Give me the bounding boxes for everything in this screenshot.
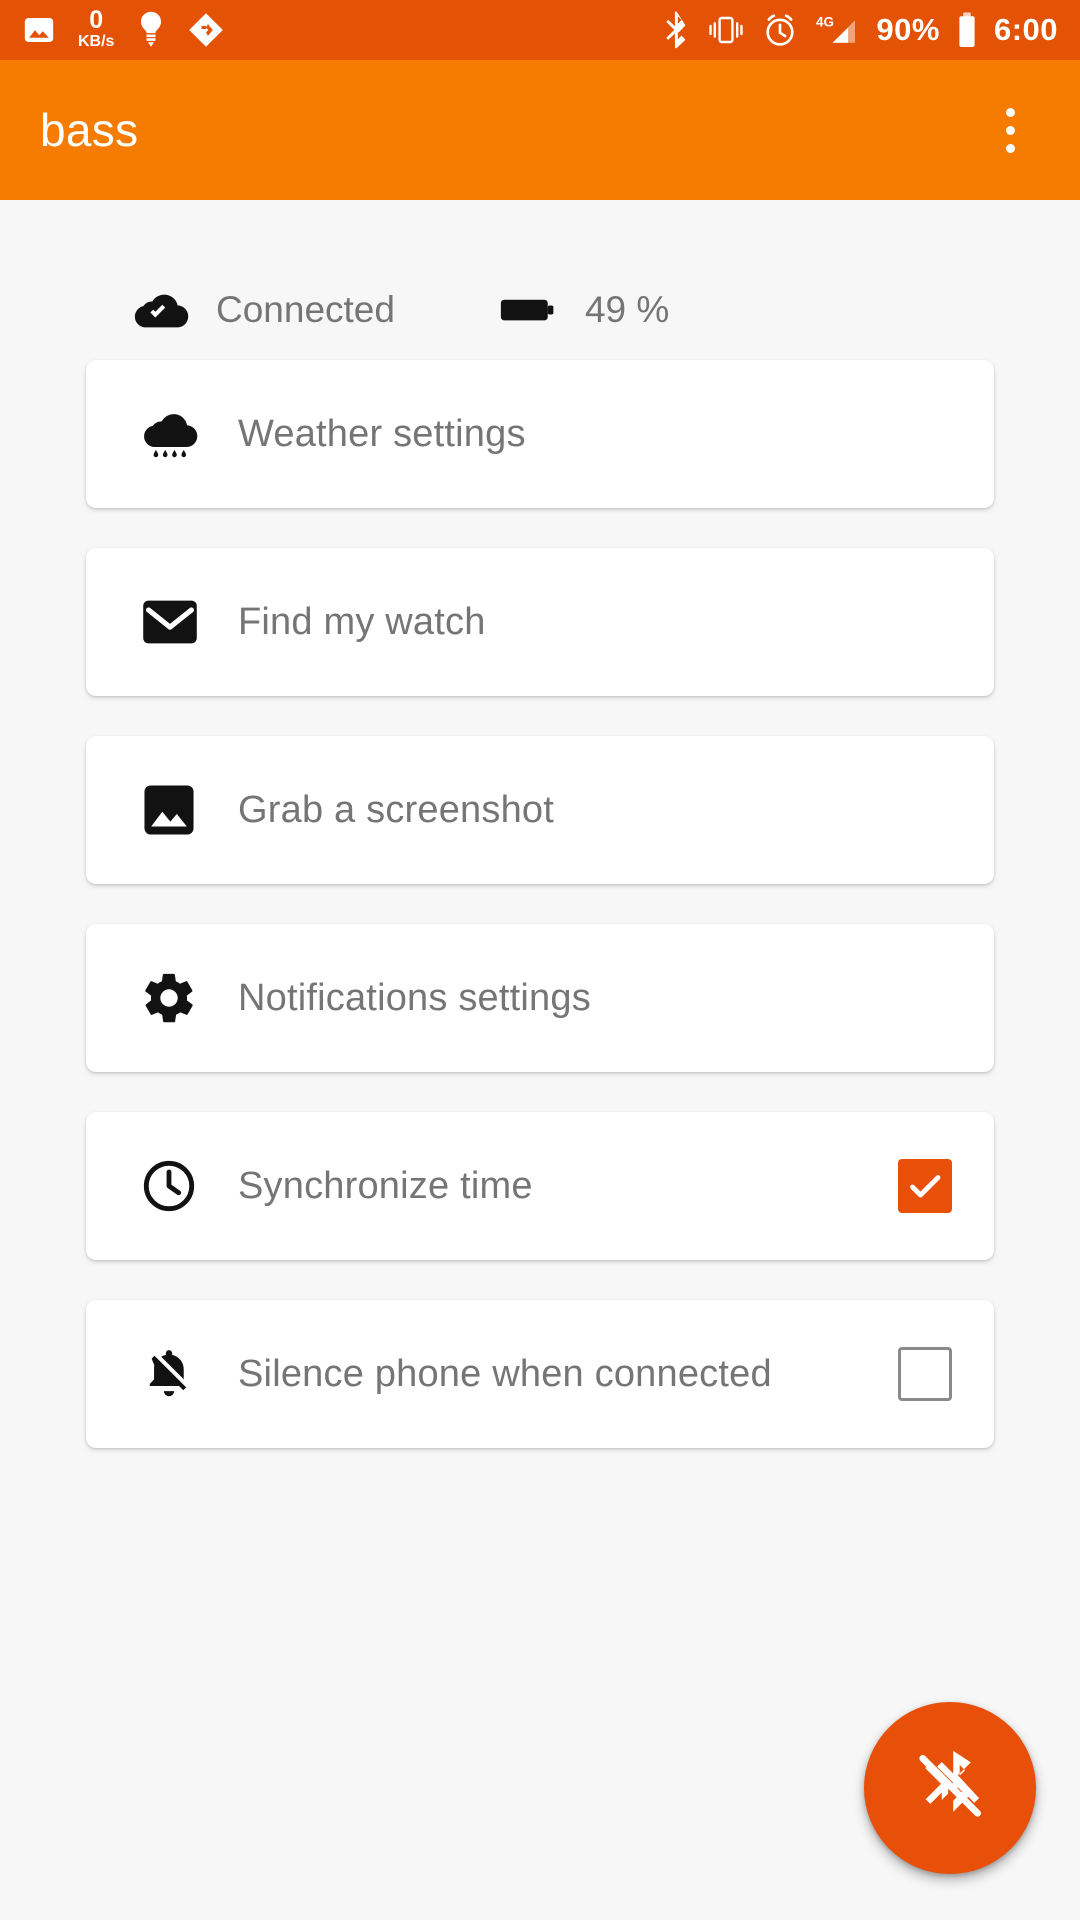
connection-status: Connected [130, 288, 395, 332]
status-bar-left-icons: 0 KB/s [22, 8, 224, 50]
card-notifications-settings[interactable]: Notifications settings [86, 924, 994, 1072]
card-label: Weather settings [238, 412, 526, 455]
status-bar: 0 KB/s 4G 90% 6:00 [0, 0, 1080, 60]
overflow-dot [1005, 107, 1015, 117]
status-bar-right-icons: 4G 90% 6:00 [662, 10, 1058, 50]
cloud-check-icon [130, 288, 190, 332]
card-grab-screenshot[interactable]: Grab a screenshot [86, 736, 994, 884]
battery-horizontal-icon [499, 293, 559, 327]
overflow-dot [1005, 143, 1015, 153]
settings-card-list: Weather settings Find my watch Grab a sc… [0, 360, 1080, 1448]
vibrate-icon [706, 13, 746, 47]
card-silence-phone-when-connected[interactable]: Silence phone when connected [86, 1300, 994, 1448]
network-speed-unit: KB/s [78, 33, 115, 50]
connection-status-label: Connected [216, 289, 395, 330]
bluetooth-toggle-fab[interactable] [864, 1702, 1036, 1874]
card-label: Find my watch [238, 600, 486, 643]
card-weather-settings[interactable]: Weather settings [86, 360, 994, 508]
lightbulb-icon [136, 10, 166, 50]
card-synchronize-time[interactable]: Synchronize time [86, 1112, 994, 1260]
battery-icon [956, 11, 978, 49]
synchronize-time-checkbox[interactable] [898, 1159, 952, 1213]
network-speed-value: 0 [89, 6, 104, 34]
status-bar-clock: 6:00 [993, 12, 1058, 47]
diamond-app-icon [188, 12, 224, 48]
envelope-icon [140, 594, 214, 650]
clock-icon [140, 1157, 214, 1215]
silence-phone-checkbox[interactable] [898, 1347, 952, 1401]
card-label: Silence phone when connected [238, 1352, 772, 1395]
photo-icon [22, 13, 56, 47]
card-find-my-watch[interactable]: Find my watch [86, 548, 994, 696]
gear-icon [140, 969, 214, 1027]
watch-battery-status: 49 % [499, 289, 669, 331]
overflow-dot [1005, 125, 1015, 135]
card-label: Synchronize time [238, 1164, 533, 1207]
bluetooth-icon [662, 10, 690, 50]
watch-battery-label: 49 % [584, 289, 670, 330]
bluetooth-disabled-icon [907, 1743, 993, 1834]
svg-text:4G: 4G [816, 14, 834, 29]
bell-off-icon [140, 1345, 214, 1403]
card-label: Notifications settings [238, 976, 591, 1019]
battery-percent-label: 90% [876, 12, 940, 47]
signal-4g-icon: 4G [814, 12, 860, 48]
overflow-menu-icon[interactable] [980, 90, 1040, 170]
app-bar: bass [0, 60, 1080, 200]
main-content: Connected 49 % Weather settings Find my … [0, 200, 1080, 1920]
page-title: bass [40, 104, 139, 156]
alarm-clock-icon [762, 12, 798, 48]
card-label: Grab a screenshot [238, 788, 555, 831]
device-status-row: Connected 49 % [0, 200, 1080, 360]
rain-cloud-icon [140, 405, 214, 463]
image-icon [140, 781, 214, 839]
network-speed-indicator: 0 KB/s [78, 8, 114, 50]
